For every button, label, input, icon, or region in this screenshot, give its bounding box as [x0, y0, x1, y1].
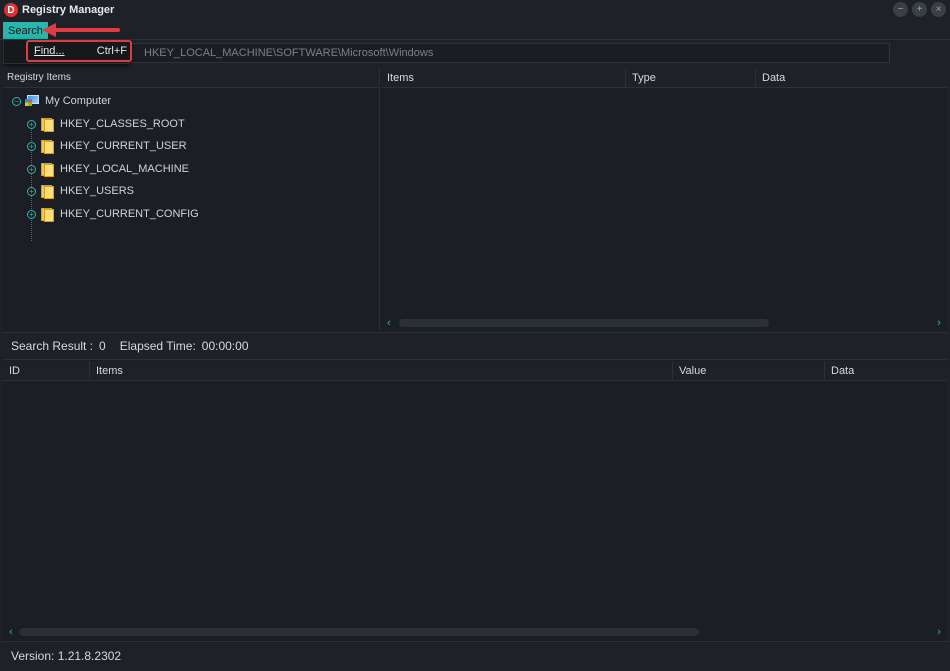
tree-node-hkey-current-user[interactable]: + HKEY_CURRENT_USER: [27, 136, 187, 156]
column-header-data[interactable]: Data: [756, 68, 947, 88]
find-menu-item[interactable]: Find... Ctrl+F: [26, 40, 132, 62]
column-header-type[interactable]: Type: [626, 68, 756, 88]
scroll-right-icon[interactable]: ›: [933, 317, 945, 329]
folder-icon: [40, 140, 54, 154]
close-button[interactable]: ×: [931, 2, 946, 17]
search-result-label: Search Result :: [11, 339, 94, 353]
expand-icon[interactable]: +: [27, 209, 36, 219]
collapse-icon[interactable]: −: [12, 96, 21, 106]
tree-node-hkey-classes-root[interactable]: + HKEY_CLASSES_ROOT: [27, 114, 185, 134]
window-title: Registry Manager: [22, 4, 115, 16]
tree-node-hkey-local-machine[interactable]: + HKEY_LOCAL_MACHINE: [27, 159, 189, 179]
path-bar: HKEY_LOCAL_MACHINE\SOFTWARE\Microsoft\Wi…: [0, 40, 950, 68]
scrollbar-thumb[interactable]: [19, 628, 699, 636]
registry-items-header: Registry Items: [3, 68, 379, 88]
scroll-left-icon[interactable]: ‹: [383, 317, 395, 329]
search-results-pane: ID Items Value Data ‹ ›: [3, 361, 947, 641]
arrow-annotation-icon: [42, 23, 120, 37]
expand-icon[interactable]: +: [27, 164, 36, 174]
tree-node-label: My Computer: [45, 95, 112, 107]
scrollbar-thumb[interactable]: [399, 319, 769, 327]
title-bar: D Registry Manager − + ×: [0, 0, 950, 20]
column-header-data[interactable]: Data: [825, 361, 947, 381]
version-footer: Version: 1.21.8.2302: [0, 641, 950, 671]
elapsed-time-label: Elapsed Time:: [119, 339, 196, 353]
window-controls: − + ×: [893, 2, 946, 17]
registry-path-input[interactable]: HKEY_LOCAL_MACHINE\SOFTWARE\Microsoft\Wi…: [125, 43, 890, 63]
find-label: Find...: [34, 45, 65, 57]
scroll-left-icon[interactable]: ‹: [5, 626, 17, 638]
expand-icon[interactable]: +: [27, 119, 36, 129]
menu-bar: Search: [0, 20, 950, 40]
folder-icon: [40, 118, 54, 132]
folder-icon: [40, 208, 54, 222]
app-logo-icon: D: [4, 3, 18, 17]
folder-icon: [40, 163, 54, 177]
tree-node-hkey-current-config[interactable]: + HKEY_CURRENT_CONFIG: [27, 204, 199, 224]
tree-node-my-computer[interactable]: − My Computer: [12, 91, 111, 111]
column-header-id[interactable]: ID: [3, 361, 90, 381]
folder-icon: [40, 185, 54, 199]
search-status-bar: Search Result : 0 Elapsed Time: 00:00:00: [3, 332, 947, 360]
column-header-items[interactable]: Items: [381, 68, 626, 88]
results-horizontal-scrollbar[interactable]: ‹ ›: [5, 626, 945, 638]
tree-node-label: HKEY_LOCAL_MACHINE: [60, 163, 189, 175]
minimize-button[interactable]: −: [893, 2, 908, 17]
tree-node-label: HKEY_USERS: [60, 185, 134, 197]
registry-tree-pane: Registry Items − My Computer + HKEY_CLAS…: [3, 68, 380, 330]
column-header-items[interactable]: Items: [90, 361, 673, 381]
expand-icon[interactable]: +: [27, 186, 36, 196]
expand-icon[interactable]: +: [27, 141, 36, 151]
tree-node-label: HKEY_CURRENT_USER: [60, 140, 187, 152]
column-header-value[interactable]: Value: [673, 361, 825, 381]
details-pane: Items Type Data ‹ ›: [381, 68, 947, 330]
scroll-right-icon[interactable]: ›: [933, 626, 945, 638]
search-dropdown-menu: Find... Ctrl+F: [3, 39, 132, 64]
elapsed-time-value: 00:00:00: [201, 339, 249, 353]
tree-node-label: HKEY_CLASSES_ROOT: [60, 118, 185, 130]
tree-node-label: HKEY_CURRENT_CONFIG: [60, 208, 199, 220]
computer-icon: [25, 95, 39, 107]
details-horizontal-scrollbar[interactable]: ‹ ›: [383, 317, 945, 329]
search-result-count: 0: [99, 339, 106, 353]
find-shortcut: Ctrl+F: [96, 45, 127, 57]
maximize-button[interactable]: +: [912, 2, 927, 17]
tree-node-hkey-users[interactable]: + HKEY_USERS: [27, 181, 134, 201]
